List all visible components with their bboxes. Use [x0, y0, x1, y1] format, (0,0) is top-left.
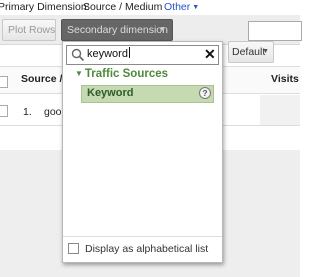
select-all-checkbox[interactable] [0, 76, 8, 88]
secondary-dimension-label: Secondary dimension [67, 24, 168, 36]
expand-triangle-icon: ▼ [75, 69, 83, 78]
plot-rows-button[interactable]: Plot Rows [2, 19, 56, 41]
chevron-down-icon: ▼ [192, 4, 200, 11]
row-number: 1. [23, 106, 32, 118]
traffic-sources-group[interactable]: ▼ Traffic Sources [75, 68, 168, 80]
dimension-option-label: Keyword [87, 87, 134, 99]
dimension-search-value[interactable]: keyword [87, 47, 130, 62]
row-source-link[interactable]: goo [44, 106, 62, 118]
primary-dimension-label: Primary Dimension: [0, 1, 90, 13]
other-dimension-link[interactable]: Other ▼ [164, 0, 199, 15]
other-dimension-label: Other [164, 1, 191, 13]
chevron-down-icon: ▼ [159, 26, 166, 33]
close-icon[interactable]: ✕ [204, 45, 216, 64]
alphabetical-list-label[interactable]: Display as alphabetical list [85, 243, 208, 255]
chevron-down-icon: ▼ [262, 48, 269, 55]
row-checkbox[interactable] [0, 105, 8, 117]
visits-cell [260, 95, 300, 125]
primary-dimension-value[interactable]: Source / Medium [83, 0, 162, 14]
alphabetical-list-checkbox[interactable] [68, 243, 79, 254]
dropdown-divider [63, 236, 222, 237]
sort-type-label: Default [232, 46, 266, 58]
secondary-dimension-button[interactable]: Secondary dimension ▼ [61, 19, 173, 41]
column-header-visits[interactable]: Visits [271, 73, 299, 85]
sort-type-dropdown[interactable]: Default ▼ [228, 41, 274, 63]
primary-dimension-bar: Primary Dimension: Source / Medium Other… [0, 0, 300, 14]
help-icon[interactable]: ? [199, 87, 211, 99]
table-search-input[interactable] [248, 21, 302, 41]
text-cursor [128, 47, 130, 58]
group-label: Traffic Sources [84, 68, 169, 80]
search-query-text: keyword [87, 48, 128, 60]
search-icon [71, 48, 85, 62]
